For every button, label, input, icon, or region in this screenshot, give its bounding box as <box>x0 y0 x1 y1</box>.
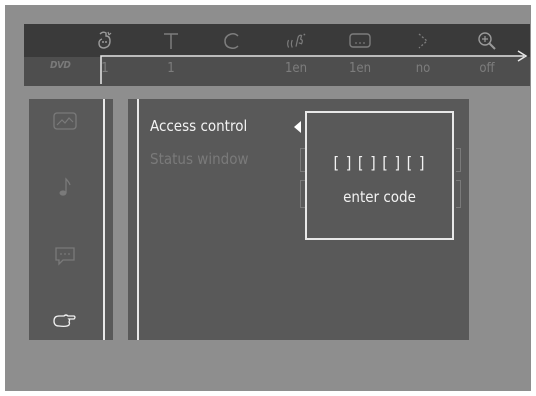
title-value: 1 <box>101 61 109 76</box>
slowmotion-value: no <box>415 61 431 76</box>
menu-item-access-control[interactable]: Access control <box>150 117 247 135</box>
picture-settings-icon[interactable] <box>49 107 81 135</box>
status-bar: DVD 1 1 1en 1en no off <box>24 24 530 86</box>
code-prompt-label: enter code <box>343 188 416 206</box>
submenu-bracket <box>456 180 461 208</box>
submenu-bracket <box>456 148 461 172</box>
zoom-value: off <box>479 61 495 76</box>
chapter-value: 1 <box>167 61 175 76</box>
selection-arrow-icon <box>294 121 301 133</box>
code-entry-dialog[interactable]: [ ] [ ] [ ] [ ] enter code <box>305 111 454 240</box>
subtitle-value: 1en <box>348 61 372 76</box>
sidebar-divider <box>103 99 105 340</box>
audio-value: 1en <box>284 61 308 76</box>
features-icon[interactable] <box>49 307 81 335</box>
language-settings-icon[interactable] <box>49 242 81 270</box>
settings-sidebar <box>29 99 101 340</box>
menu-divider <box>137 99 139 340</box>
dvd-logo: DVD <box>50 60 71 71</box>
menu-item-status-window[interactable]: Status window <box>150 150 249 168</box>
sound-settings-icon[interactable] <box>49 173 81 201</box>
code-digit-slots[interactable]: [ ] [ ] [ ] [ ] <box>307 153 452 172</box>
